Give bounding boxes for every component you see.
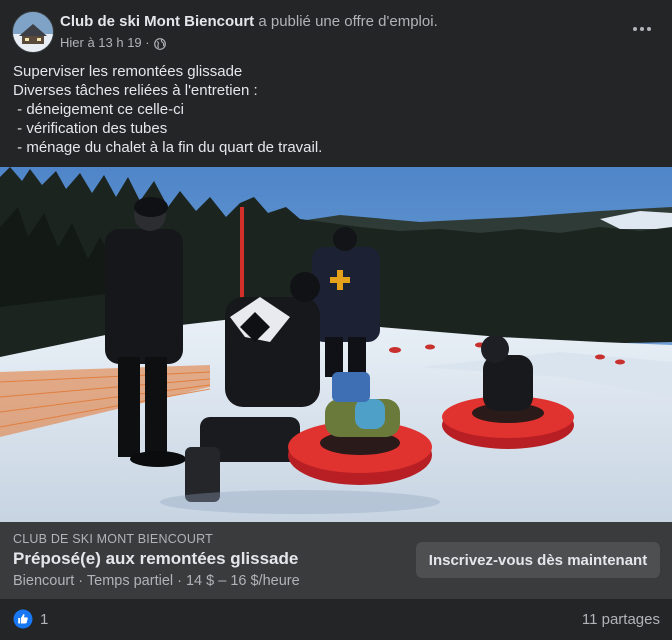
body-line: Superviser les remontées glissade [13,63,243,80]
job-details: Biencourt · Temps partiel · 14 $ – 16 $/… [13,573,300,589]
globe-icon [153,37,166,50]
body-line: - déneigement ce celle-ci [13,101,184,118]
page-name-link[interactable]: Club de ski Mont Biencourt [60,13,254,30]
shares-count[interactable]: 11 partages [582,611,660,628]
apply-now-button[interactable]: Inscrivez-vous dès maintenant [416,542,660,578]
job-card[interactable]: CLUB DE SKI MONT BIENCOURT Préposé(e) au… [0,522,672,599]
more-options-icon[interactable] [628,15,656,43]
reaction-count[interactable]: 1 [40,611,48,628]
page-avatar[interactable] [12,11,54,53]
post-footer: 1 11 partages [0,599,672,640]
body-line: - vérification des tubes [13,120,168,137]
like-reaction-icon[interactable] [13,609,33,629]
body-line: Diverses tâches reliées à l'entretien : [13,82,258,99]
job-title[interactable]: Préposé(e) aux remontées glissade [13,549,298,569]
facebook-post: Club de ski Mont Biencourt a publié une … [0,0,672,640]
post-photo[interactable] [0,167,672,522]
post-body-text: Superviser les remontées glissade Divers… [13,62,322,157]
job-organization: CLUB DE SKI MONT BIENCOURT [13,532,213,546]
post-timestamp[interactable]: Hier à 13 h 19 · [60,34,150,52]
post-header: Club de ski Mont Biencourt a publié une … [12,11,660,55]
post-action-text: a publié une offre d'emploi. [254,13,438,30]
body-line: - ménage du chalet à la fin du quart de … [13,139,323,156]
